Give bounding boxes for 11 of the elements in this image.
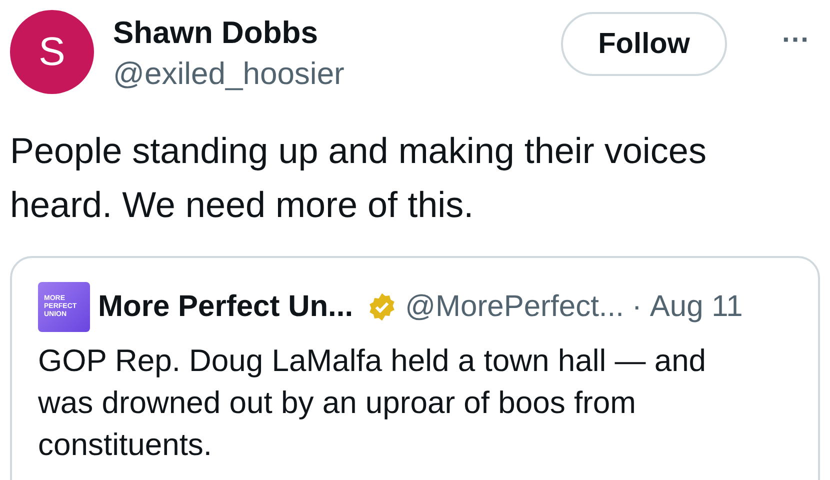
author-name: Shawn Dobbs [113,14,319,52]
post-text: People standing up and making their voices heard. We need more of this. [10,129,708,227]
post-date[interactable]: Aug 11 [650,290,743,324]
avatar[interactable]: S [10,10,94,94]
quoted-author-handle: @MorePerfect... [405,290,624,324]
author-handle: @exiled_hoosier [113,55,346,93]
follow-button[interactable]: Follow [561,12,728,76]
quoted-post-text: GOP Rep. Doug LaMalfa held a town hall — and was drowned out by an uproar of boos from constituents. [38,342,708,464]
more-button[interactable]: ··· [782,24,810,56]
separator-dot: · [632,290,642,324]
quoted-author-name: More Perfect Un... [98,290,354,324]
